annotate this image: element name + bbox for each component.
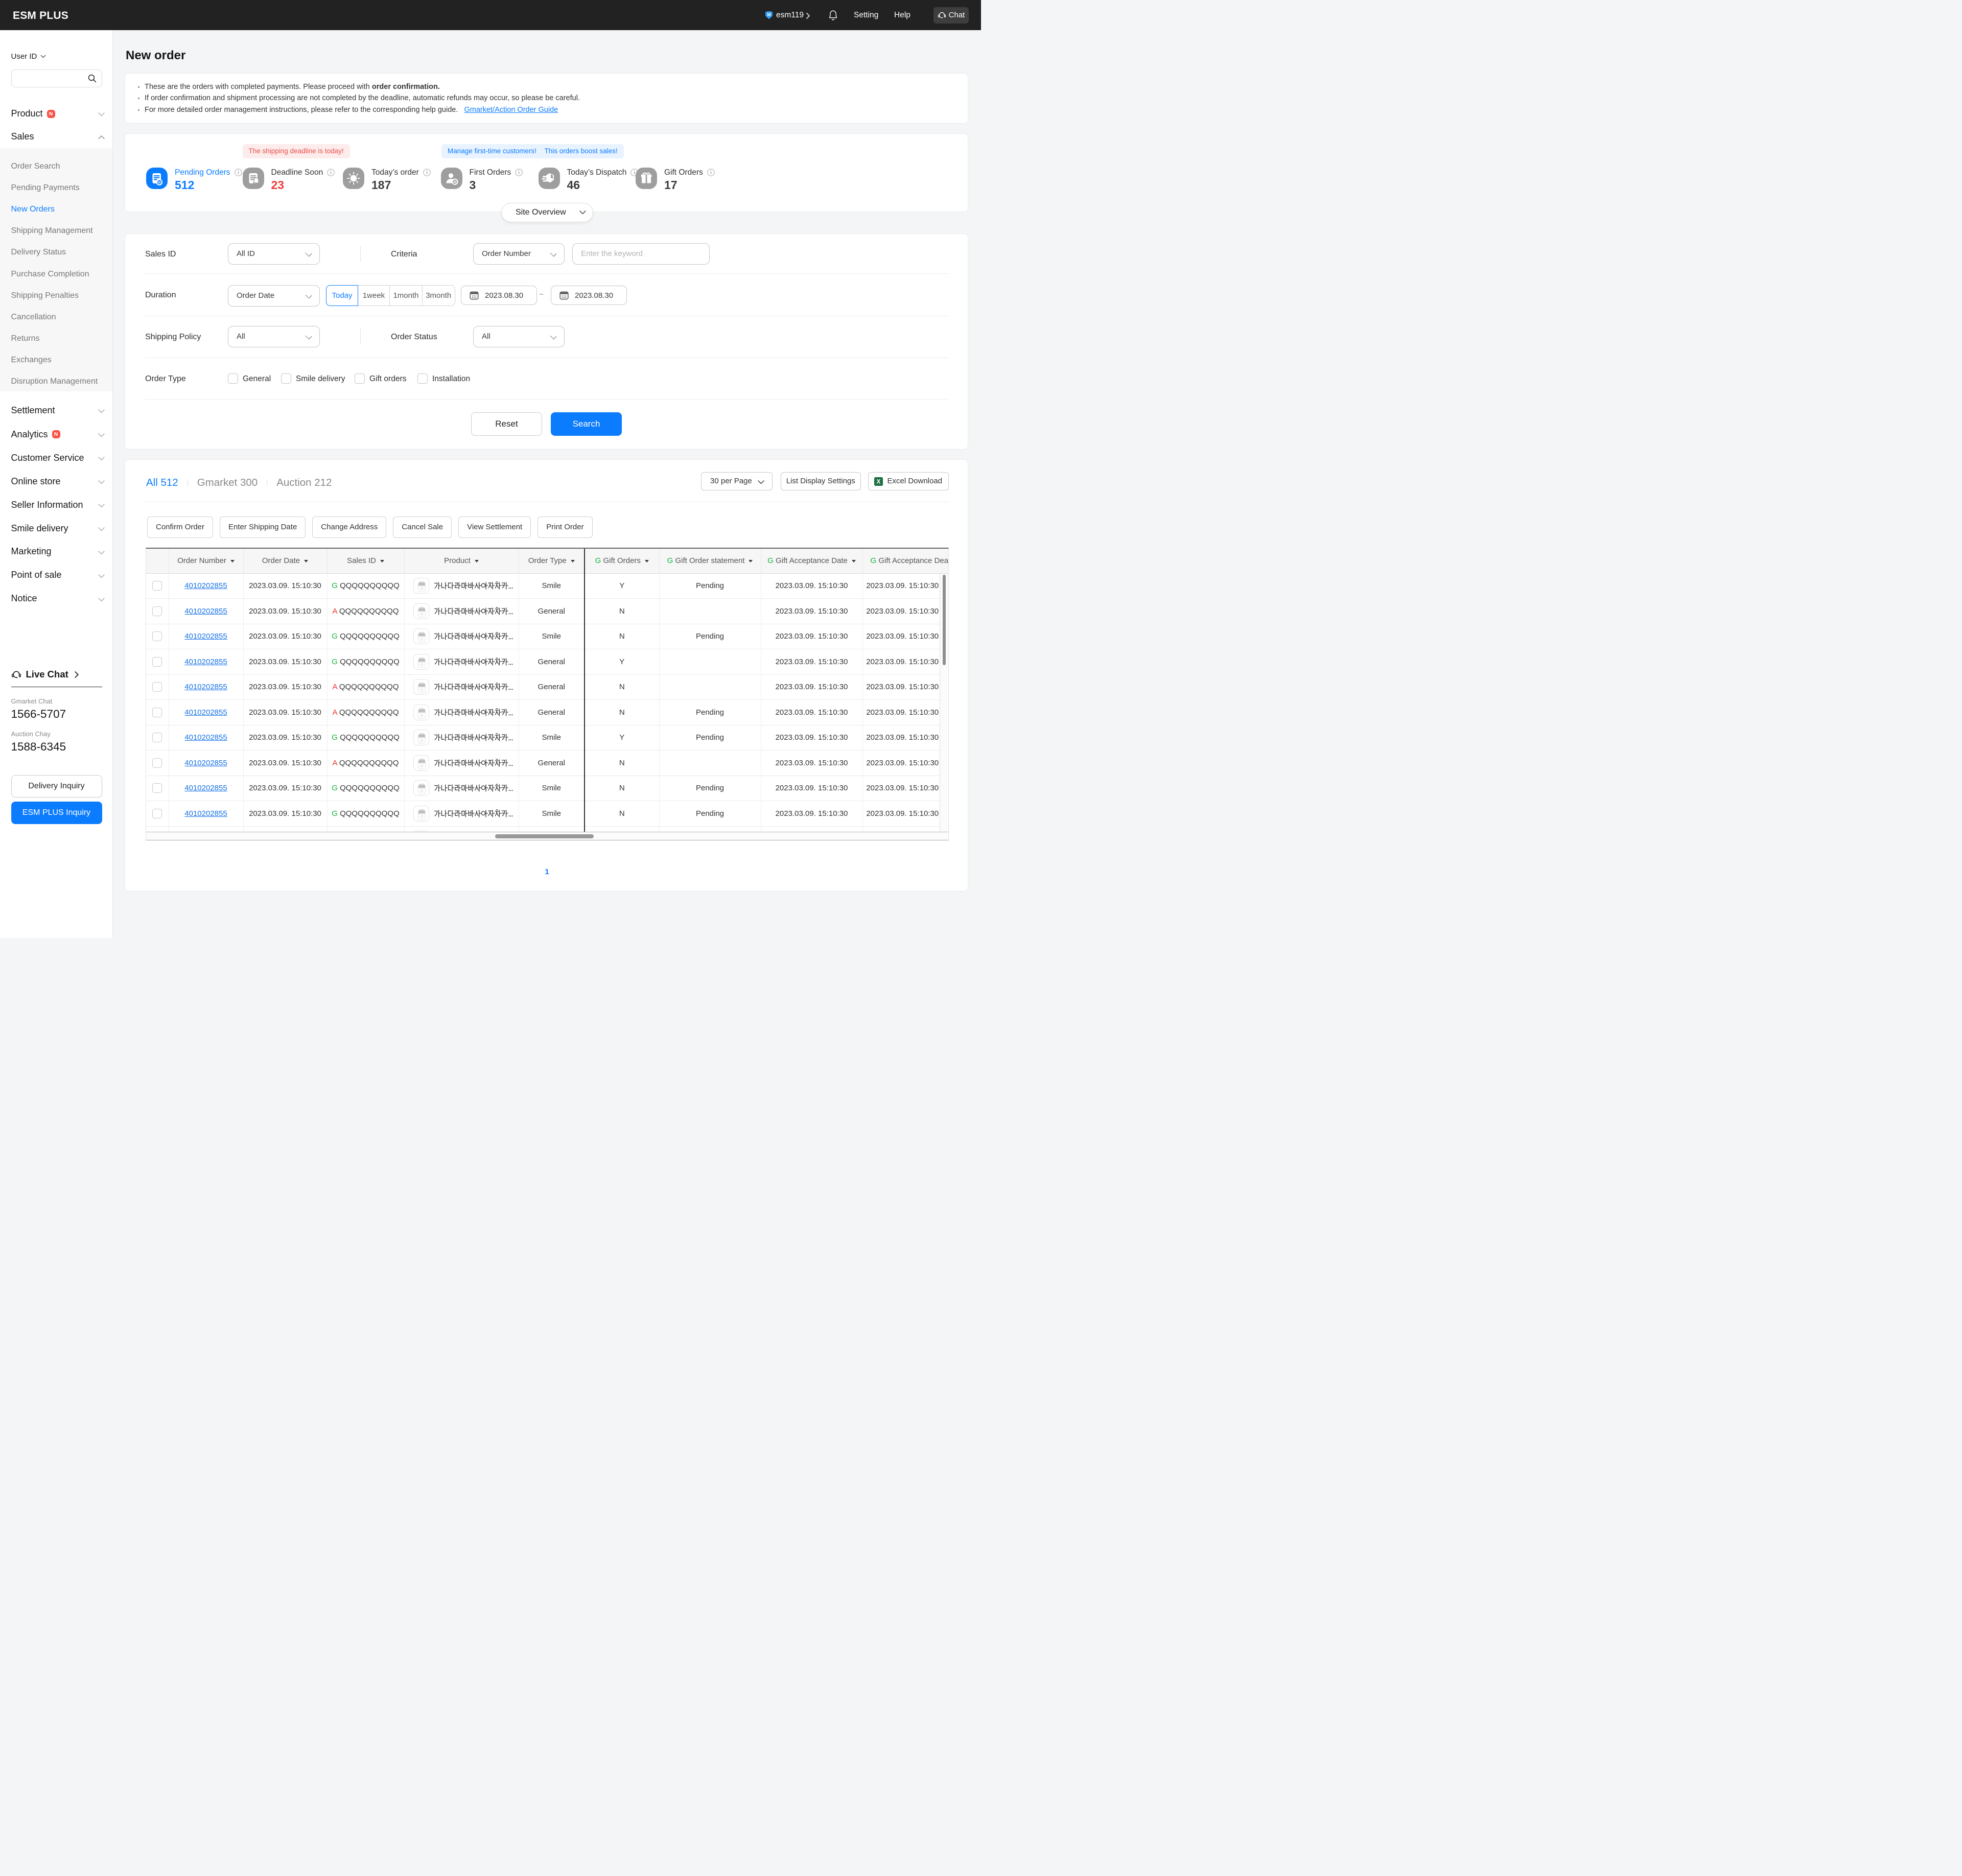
svg-text:N: N: [158, 180, 160, 185]
svg-text:N: N: [453, 180, 456, 184]
